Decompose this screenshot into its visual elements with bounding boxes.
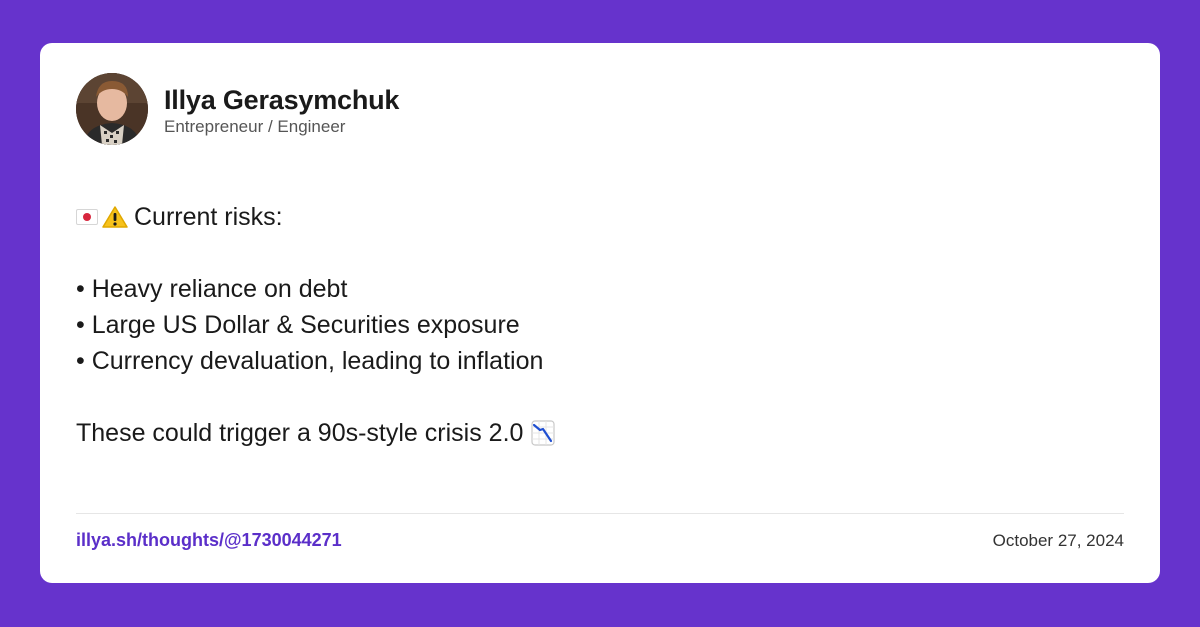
post-body: Current risks: • Heavy reliance on debt … (76, 199, 1116, 451)
post-heading: Current risks: (134, 203, 283, 231)
post-bullet: • Large US Dollar & Securities exposure (76, 311, 520, 339)
chart-decreasing-icon (531, 420, 556, 446)
post-date: October 27, 2024 (992, 531, 1124, 550)
footer-divider (76, 513, 1124, 514)
author-role: Entrepreneur / Engineer (164, 117, 346, 136)
avatar (76, 73, 148, 145)
author-name: Illya Gerasymchuk (164, 85, 400, 115)
permalink[interactable]: illya.sh/thoughts/@1730044271 (76, 530, 342, 551)
warning-icon (102, 205, 128, 229)
post-bullet: • Heavy reliance on debt (76, 275, 348, 303)
post-card: Illya Gerasymchuk Entrepreneur / Enginee… (40, 43, 1160, 583)
post-bullet: • Currency devaluation, leading to infla… (76, 347, 544, 375)
post-heading-line: Current risks: (76, 199, 1116, 235)
post-closing: These could trigger a 90s-style crisis 2… (76, 419, 524, 447)
user-avatar-icon (76, 73, 148, 145)
post-closing-line: These could trigger a 90s-style crisis 2… (76, 415, 1116, 451)
japan-flag-icon (76, 209, 98, 225)
